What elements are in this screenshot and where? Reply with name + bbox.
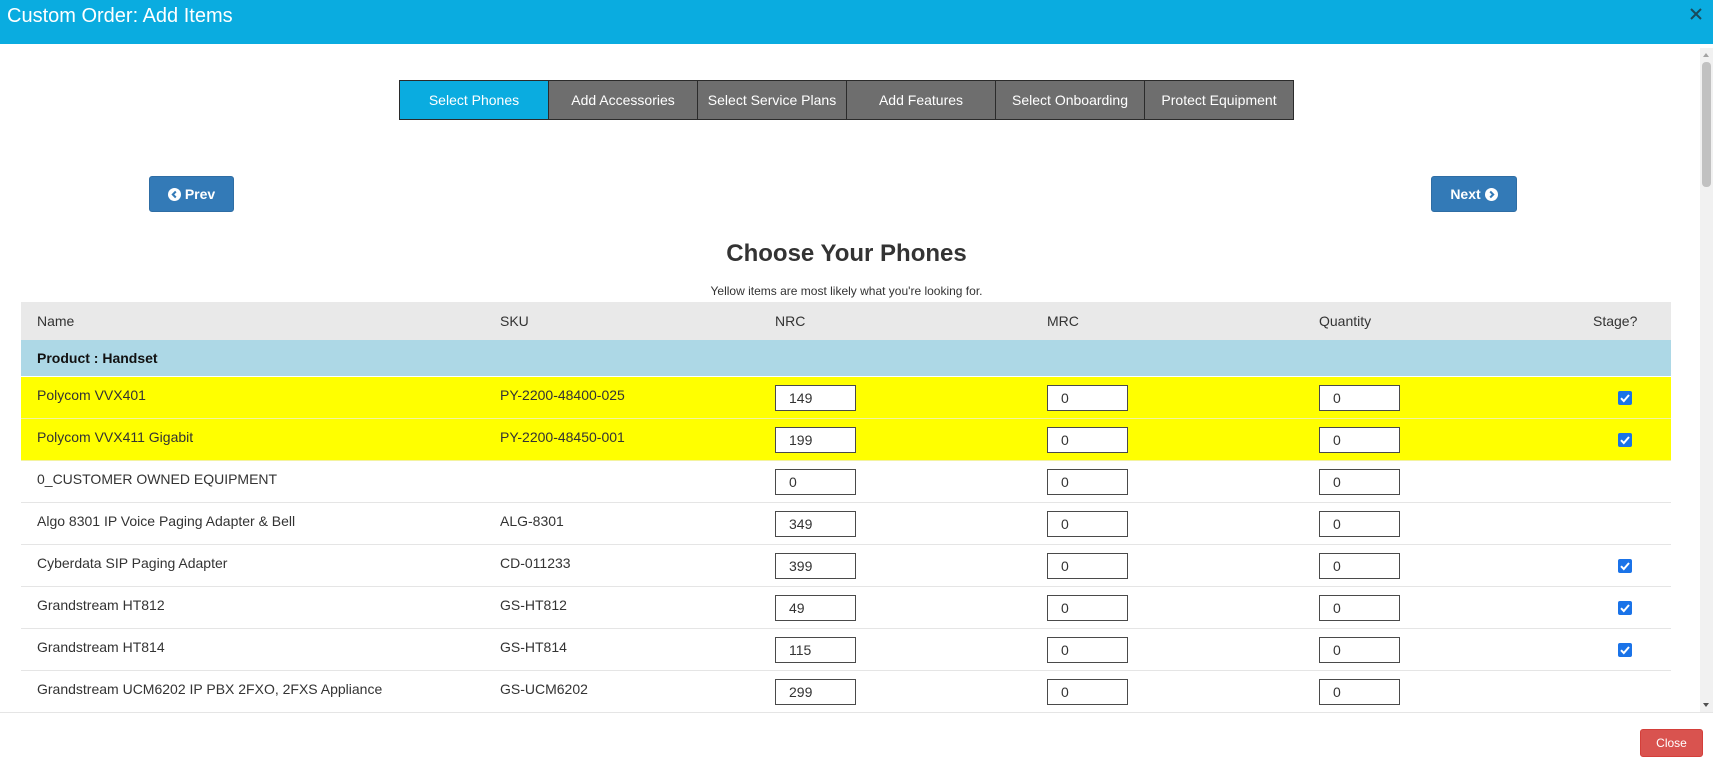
- dialog-body: Select Phones Add Accessories Select Ser…: [0, 44, 1700, 712]
- table-row: Polycom VVX411 Gigabit PY-2200-48450-001…: [21, 419, 1671, 461]
- table-row: Grandstream UCM6202 IP PBX 2FXO, 2FXS Ap…: [21, 671, 1671, 712]
- nrc-input[interactable]: 199: [775, 427, 856, 453]
- product-sku: PY-2200-48450-001: [500, 429, 625, 445]
- column-header-mrc: MRC: [1047, 313, 1079, 329]
- page-subtitle: Yellow items are most likely what you're…: [710, 284, 983, 298]
- mrc-input[interactable]: 0: [1047, 679, 1128, 705]
- nrc-input[interactable]: 115: [775, 637, 856, 663]
- quantity-input[interactable]: 0: [1319, 385, 1400, 411]
- dialog-footer: Close: [0, 712, 1713, 763]
- group-label: Product : Handset: [37, 350, 158, 366]
- product-name: Grandstream HT812: [37, 597, 165, 613]
- tab-select-onboarding[interactable]: Select Onboarding: [995, 80, 1145, 120]
- product-name: Polycom VVX401: [37, 387, 146, 403]
- prev-label: Prev: [184, 186, 216, 202]
- table-row: Grandstream HT814 GS-HT814 115 0 0: [21, 629, 1671, 671]
- column-header-quantity: Quantity: [1319, 313, 1372, 329]
- quantity-input[interactable]: 0: [1319, 427, 1400, 453]
- scrollbar-thumb[interactable]: [1702, 62, 1711, 187]
- quantity-input[interactable]: 0: [1319, 679, 1400, 705]
- stage-checkbox[interactable]: [1618, 643, 1632, 657]
- column-header-sku: SKU: [500, 313, 529, 329]
- mrc-input[interactable]: 0: [1047, 553, 1128, 579]
- nrc-input[interactable]: 399: [775, 553, 856, 579]
- close-button[interactable]: Close: [1640, 729, 1703, 757]
- product-name: 0_CUSTOMER OWNED EQUIPMENT: [37, 471, 278, 487]
- mrc-input[interactable]: 0: [1047, 427, 1128, 453]
- chevron-circle-right-icon: [1484, 187, 1498, 201]
- table-row: Cyberdata SIP Paging Adapter CD-011233 3…: [21, 545, 1671, 587]
- mrc-input[interactable]: 0: [1047, 637, 1128, 663]
- scroll-down-icon[interactable]: [1703, 703, 1709, 707]
- next-label: Next: [1450, 186, 1481, 202]
- products-table: Name SKU NRC MRC Quantity Stage? Product…: [21, 302, 1671, 712]
- product-name: Grandstream UCM6202 IP PBX 2FXO, 2FXS Ap…: [37, 681, 383, 697]
- stage-checkbox[interactable]: [1618, 559, 1632, 573]
- table-row: 0_CUSTOMER OWNED EQUIPMENT 0 0 0: [21, 461, 1671, 503]
- product-sku: GS-UCM6202: [500, 681, 588, 697]
- close-icon[interactable]: [1688, 6, 1704, 22]
- stage-checkbox[interactable]: [1618, 601, 1632, 615]
- page-title: Choose Your Phones: [726, 240, 967, 267]
- mrc-input[interactable]: 0: [1047, 595, 1128, 621]
- product-name: Grandstream HT814: [37, 639, 165, 655]
- nrc-input[interactable]: 0: [775, 469, 856, 495]
- product-name: Polycom VVX411 Gigabit: [37, 429, 194, 445]
- tab-add-accessories[interactable]: Add Accessories: [548, 80, 698, 120]
- tab-protect-equipment[interactable]: Protect Equipment: [1144, 80, 1294, 120]
- quantity-input[interactable]: 0: [1319, 511, 1400, 537]
- mrc-input[interactable]: 0: [1047, 385, 1128, 411]
- mrc-input[interactable]: 0: [1047, 511, 1128, 537]
- product-sku: ALG-8301: [500, 513, 564, 529]
- nrc-input[interactable]: 349: [775, 511, 856, 537]
- product-sku: PY-2200-48400-025: [500, 387, 625, 403]
- table-row: Polycom VVX401 PY-2200-48400-025 149 0 0: [21, 377, 1671, 419]
- product-sku: CD-011233: [500, 555, 571, 571]
- stage-checkbox[interactable]: [1618, 391, 1632, 405]
- product-sku: GS-HT814: [500, 639, 567, 655]
- table-row: Grandstream HT812 GS-HT812 49 0 0: [21, 587, 1671, 629]
- nrc-input[interactable]: 49: [775, 595, 856, 621]
- step-tabs: Select Phones Add Accessories Select Ser…: [399, 80, 1294, 120]
- prev-button[interactable]: Prev: [149, 176, 234, 212]
- column-header-name: Name: [37, 313, 75, 329]
- quantity-input[interactable]: 0: [1319, 637, 1400, 663]
- dialog-titlebar: Custom Order: Add Items: [0, 0, 1713, 44]
- nrc-input[interactable]: 299: [775, 679, 856, 705]
- quantity-input[interactable]: 0: [1319, 553, 1400, 579]
- product-name: Algo 8301 IP Voice Paging Adapter & Bell: [37, 513, 296, 529]
- group-row: Product : Handset: [21, 340, 1671, 377]
- vertical-scrollbar[interactable]: [1700, 48, 1713, 712]
- product-sku: GS-HT812: [500, 597, 567, 613]
- column-header-stage: Stage?: [1593, 313, 1638, 329]
- stage-checkbox[interactable]: [1618, 433, 1632, 447]
- tab-select-phones[interactable]: Select Phones: [399, 80, 549, 120]
- quantity-input[interactable]: 0: [1319, 595, 1400, 621]
- quantity-input[interactable]: 0: [1319, 469, 1400, 495]
- table-row: Algo 8301 IP Voice Paging Adapter & Bell…: [21, 503, 1671, 545]
- tab-add-features[interactable]: Add Features: [846, 80, 996, 120]
- product-name: Cyberdata SIP Paging Adapter: [37, 555, 228, 571]
- tab-select-service-plans[interactable]: Select Service Plans: [697, 80, 847, 120]
- mrc-input[interactable]: 0: [1047, 469, 1128, 495]
- column-header-nrc: NRC: [775, 313, 806, 329]
- chevron-circle-left-icon: [167, 187, 181, 201]
- nrc-input[interactable]: 149: [775, 385, 856, 411]
- scroll-up-icon[interactable]: [1703, 53, 1709, 57]
- table-header: Name SKU NRC MRC Quantity Stage?: [21, 302, 1671, 340]
- dialog-title: Custom Order: Add Items: [7, 5, 233, 27]
- next-button[interactable]: Next: [1431, 176, 1517, 212]
